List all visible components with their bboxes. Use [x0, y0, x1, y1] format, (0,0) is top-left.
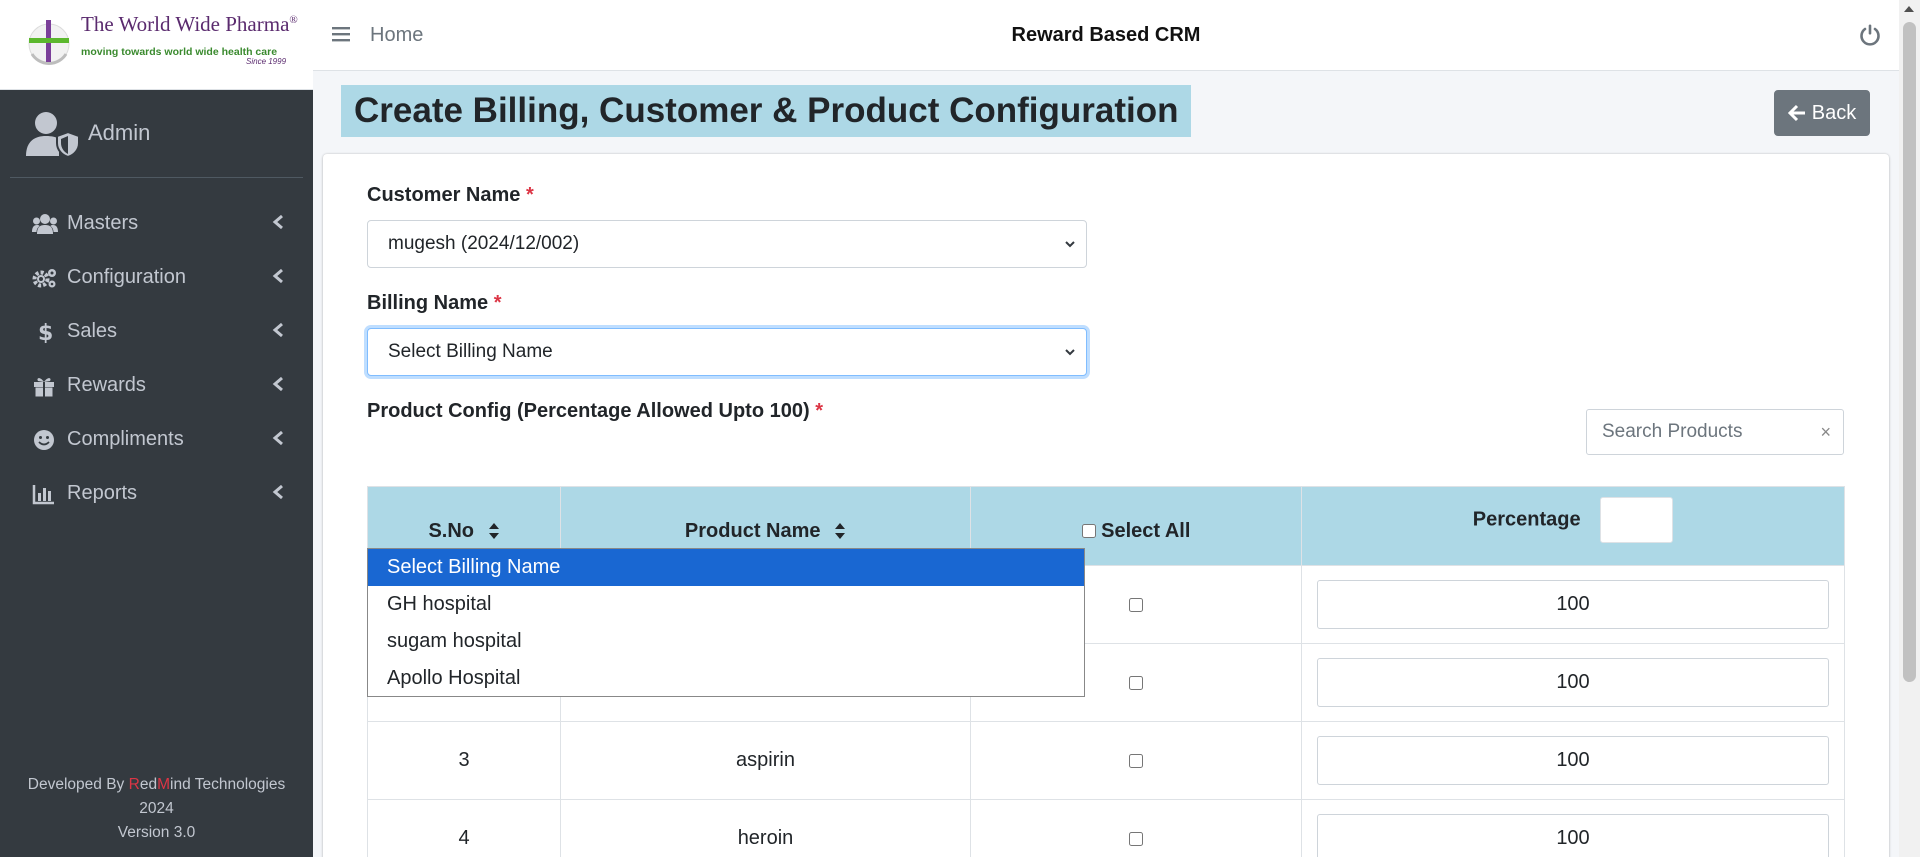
chevron-left-icon [272, 268, 283, 284]
chart-icon [32, 485, 54, 505]
percentage-column-header: Percentage [1301, 486, 1845, 566]
page-scrollbar[interactable] [1899, 0, 1920, 857]
sidebar-item-configuration[interactable]: Configuration [10, 250, 303, 304]
chevron-left-icon [272, 376, 283, 392]
sort-icon [488, 523, 499, 540]
smile-icon [34, 430, 54, 450]
top-navbar: Home Reward Based CRM [313, 0, 1899, 71]
hamburger-menu-icon[interactable] [331, 24, 351, 44]
sidebar-item-sales[interactable]: $ Sales [10, 304, 303, 358]
developer-company: RedMind Technologies [128, 776, 286, 793]
customer-name-select[interactable]: mugesh (2024/12/002) [367, 220, 1087, 268]
required-mark: * [493, 292, 502, 314]
scroll-thumb[interactable] [1903, 22, 1916, 682]
brand-logo-icon [28, 20, 70, 65]
svg-text:$: $ [38, 321, 53, 343]
billing-option-gh-hospital[interactable]: GH hospital [368, 586, 1084, 623]
back-button[interactable]: Back [1774, 90, 1870, 136]
select-cell [970, 799, 1302, 857]
sno-cell: 4 [367, 799, 561, 857]
sidebar-item-label: Configuration [67, 266, 186, 288]
sort-icon [835, 523, 846, 540]
select-all-checkbox[interactable] [1081, 524, 1096, 539]
sidebar-item-compliments[interactable]: Compliments [10, 412, 303, 466]
billing-name-options: Select Billing Name GH hospital sugam ho… [367, 548, 1085, 697]
power-logout-icon[interactable] [1858, 23, 1882, 47]
select-cell [970, 721, 1302, 800]
product-search: × [1586, 409, 1844, 455]
gears-icon [32, 269, 56, 288]
customer-name-label: Customer Name * [367, 184, 534, 206]
percentage-cell [1301, 721, 1845, 800]
chevron-left-icon [272, 322, 283, 338]
sidebar-item-reports[interactable]: Reports [10, 466, 303, 520]
user-shield-icon [26, 112, 80, 158]
percentage-input[interactable] [1317, 814, 1829, 857]
percentage-input[interactable] [1317, 658, 1829, 707]
sidebar: The World Wide Pharma® moving towards wo… [0, 0, 313, 857]
back-button-label: Back [1811, 101, 1857, 124]
billing-name-value: Select Billing Name [388, 341, 553, 362]
product-name-cell: aspirin [560, 721, 971, 800]
users-icon [32, 214, 58, 234]
chevron-left-icon [272, 430, 283, 446]
billing-option-apollo-hospital[interactable]: Apollo Hospital [368, 660, 1084, 697]
row-checkbox[interactable] [1129, 675, 1143, 690]
sidebar-item-masters[interactable]: Masters [10, 196, 303, 250]
chevron-down-icon [1065, 349, 1075, 356]
billing-name-label: Billing Name * [367, 292, 502, 314]
sidebar-item-label: Compliments [67, 428, 184, 450]
chevron-down-icon [1065, 241, 1075, 248]
sidebar-item-label: Sales [67, 320, 118, 342]
gift-icon [34, 378, 54, 397]
clear-search-icon[interactable]: × [1820, 422, 1831, 442]
sidebar-item-label: Masters [67, 212, 139, 234]
dollar-icon: $ [38, 321, 53, 343]
table-row: 4 heroin [367, 799, 1845, 857]
percentage-cell [1301, 799, 1845, 857]
row-checkbox[interactable] [1129, 597, 1143, 612]
billing-name-select[interactable]: Select Billing Name [367, 328, 1087, 376]
footer-year: 2024 [139, 800, 174, 817]
footer-version: Version 3.0 [117, 824, 196, 841]
chevron-left-icon [272, 484, 283, 500]
sidebar-nav: Masters Configuration $ Sales Rewards Co… [10, 196, 303, 520]
percentage-cell [1301, 643, 1845, 722]
brand-since: Since 1999 [246, 57, 287, 66]
chevron-left-icon [272, 214, 283, 230]
sidebar-footer: Developed By RedMind Technologies 2024 V… [0, 773, 313, 845]
sidebar-item-label: Rewards [67, 374, 146, 396]
required-mark: * [815, 400, 823, 422]
sno-cell: 3 [367, 721, 561, 800]
billing-option-sugam-hospital[interactable]: sugam hospital [368, 623, 1084, 660]
percentage-input[interactable] [1317, 580, 1829, 629]
developer-credit: Developed By RedMind Technologies [27, 776, 286, 793]
brand-name: The World Wide Pharma® [81, 12, 298, 36]
product-config-label: Product Config (Percentage Allowed Upto … [367, 400, 823, 422]
billing-option-select[interactable]: Select Billing Name [368, 549, 1084, 586]
row-checkbox[interactable] [1129, 753, 1143, 768]
home-link[interactable]: Home [370, 24, 423, 47]
page-title: Create Billing, Customer & Product Confi… [341, 85, 1192, 137]
user-panel[interactable]: Admin [10, 90, 303, 178]
scroll-up-arrow-icon[interactable] [1904, 6, 1914, 12]
sidebar-item-label: Reports [67, 482, 138, 504]
user-name: Admin [88, 120, 151, 145]
percentage-input[interactable] [1317, 736, 1829, 785]
row-checkbox[interactable] [1129, 831, 1143, 846]
required-mark: * [525, 184, 534, 206]
product-name-cell: heroin [560, 799, 971, 857]
percentage-cell [1301, 565, 1845, 644]
table-row: 3 aspirin [367, 721, 1845, 800]
app-title: Reward Based CRM [1011, 24, 1201, 46]
arrow-left-icon [1787, 104, 1805, 122]
customer-name-value: mugesh (2024/12/002) [388, 233, 580, 254]
percentage-all-input[interactable] [1600, 497, 1674, 543]
brand-header[interactable]: The World Wide Pharma® moving towards wo… [0, 0, 313, 90]
sidebar-item-rewards[interactable]: Rewards [10, 358, 303, 412]
product-search-input[interactable] [1587, 410, 1812, 454]
